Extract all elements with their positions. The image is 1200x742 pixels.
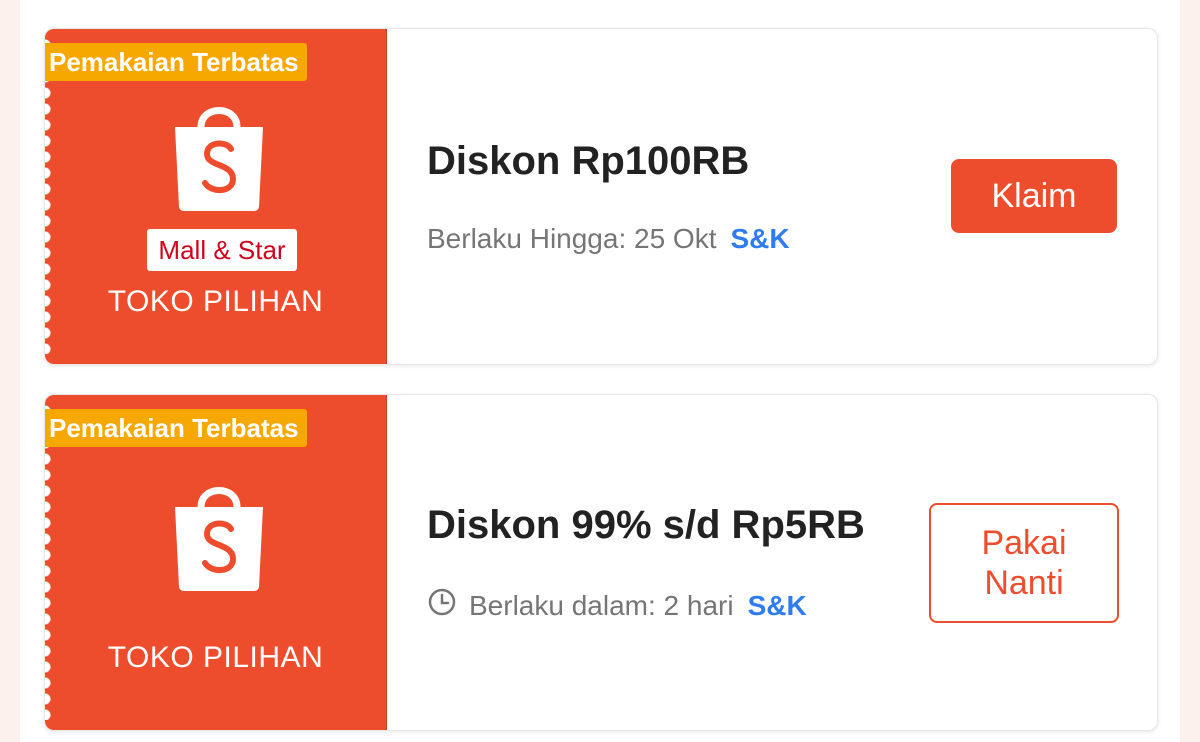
use-later-line1: Pakai [981,524,1067,562]
store-label: TOKO PILIHAN [107,285,324,318]
use-later-line2: Nanti [984,564,1064,602]
limited-use-tag: Pemakaian Terbatas [45,409,307,447]
validity-text: Berlaku Hingga: 25 Okt [427,223,717,254]
claim-button[interactable]: Klaim [951,159,1117,233]
terms-link[interactable]: S&K [748,590,807,622]
voucher-card: Pemakaian Terbatas TOKO PILIHAN Diskon 9… [44,394,1158,731]
voucher-left-section: Pemakaian Terbatas Mall & Star TOKO PILI… [45,29,387,364]
voucher-left-section: Pemakaian Terbatas TOKO PILIHAN [45,395,387,730]
store-label: TOKO PILIHAN [107,641,324,674]
clock-icon [427,587,457,624]
voucher-title: Diskon Rp100RB [427,139,750,183]
voucher-card: Pemakaian Terbatas Mall & Star TOKO PILI… [44,28,1158,365]
voucher-validity: Berlaku dalam: 2 hari S&K [427,587,807,624]
voucher-validity: Berlaku Hingga: 25 Okt S&K [427,223,790,255]
shopee-bag-icon [169,479,269,593]
validity-text: Berlaku dalam: 2 hari [469,589,734,621]
voucher-title: Diskon 99% s/d Rp5RB [427,503,865,547]
mall-star-badge: Mall & Star [147,229,297,271]
terms-link[interactable]: S&K [731,223,790,255]
limited-use-tag: Pemakaian Terbatas [45,43,307,81]
use-later-button[interactable]: Pakai Nanti [929,503,1119,623]
shopee-bag-icon [169,99,269,213]
